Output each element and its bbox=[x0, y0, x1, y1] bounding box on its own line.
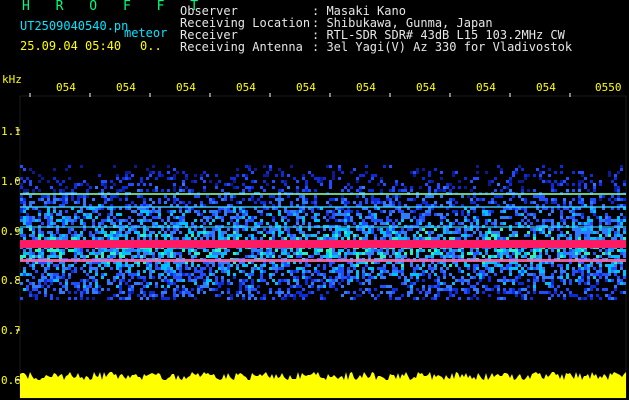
signal-line bbox=[20, 226, 626, 228]
signal-line bbox=[20, 193, 626, 195]
signal-line bbox=[20, 206, 626, 208]
noise-band bbox=[20, 165, 626, 300]
spectrogram-plot bbox=[16, 93, 627, 399]
carrier-line bbox=[20, 240, 626, 248]
signal-line bbox=[20, 259, 626, 262]
signal-level-bar bbox=[20, 372, 626, 398]
